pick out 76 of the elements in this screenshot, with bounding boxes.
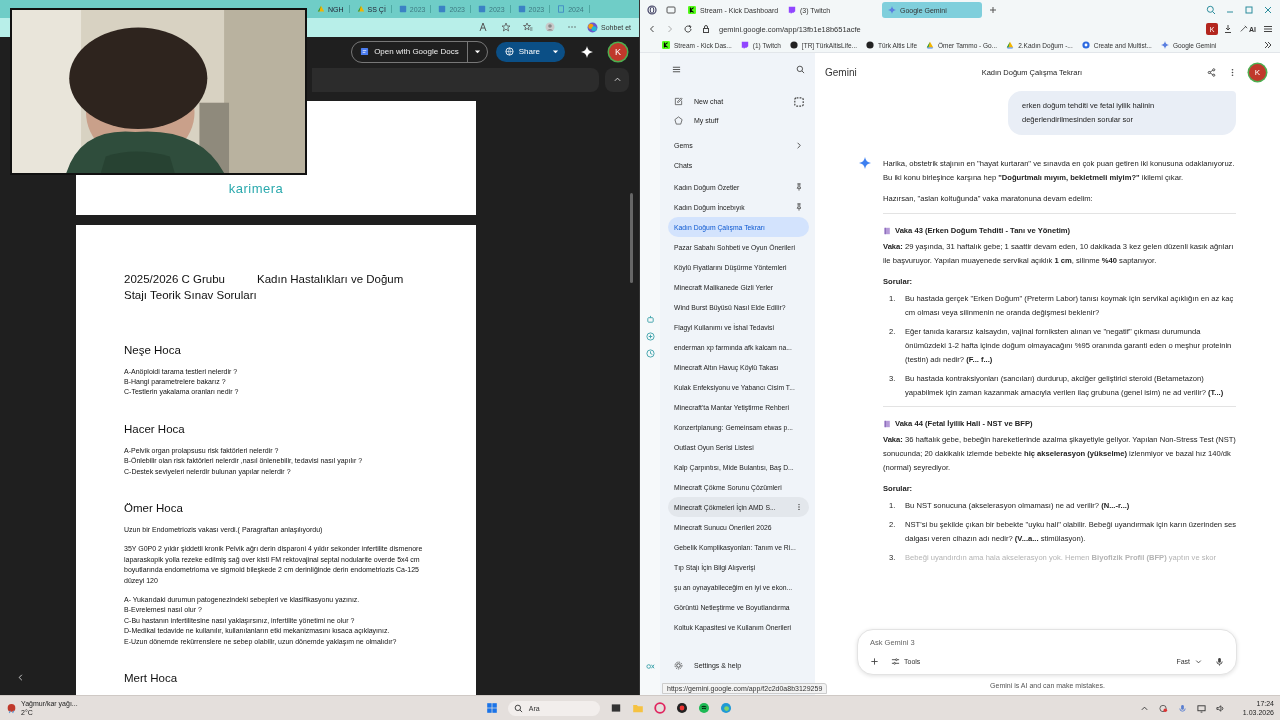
swirl-icon: [587, 21, 599, 33]
circle-icon: [789, 41, 798, 49]
more-icon[interactable]: [795, 503, 803, 511]
new-tab-icon[interactable]: [988, 5, 998, 15]
reload-icon[interactable]: [683, 24, 693, 34]
more-bookmarks-icon[interactable]: [1263, 40, 1273, 50]
section-heading: Neşe Hoca: [124, 342, 182, 357]
search-icon: [513, 703, 523, 713]
chat-bubble-icon: [788, 6, 796, 14]
history-icon[interactable]: [645, 349, 655, 358]
circle-icon: [1081, 41, 1090, 49]
app-title: Gemini: [825, 66, 857, 78]
sparkle-icon[interactable]: [581, 45, 593, 58]
weather-icon[interactable]: [6, 702, 17, 714]
menu-icon[interactable]: [672, 65, 681, 74]
temporary-chat-icon[interactable]: [793, 95, 805, 108]
document-title: 2025/2026 C Grubu Kadın Hastalıkları ve Doğum Stajı Teorik Sınav Soruları: [124, 271, 405, 303]
square-icon: [688, 6, 696, 14]
menu-icon[interactable]: [1263, 24, 1273, 34]
download-icon[interactable]: [1223, 24, 1233, 34]
browser-icon[interactable]: [653, 702, 666, 714]
tabs-icon[interactable]: [666, 5, 676, 15]
document-icon: [438, 5, 447, 14]
star-icon[interactable]: [501, 22, 512, 33]
music-icon[interactable]: [697, 702, 710, 714]
square-icon: [662, 41, 670, 49]
start-icon[interactable]: [485, 702, 498, 714]
task-view-icon[interactable]: [609, 702, 622, 714]
triangle-icon: [317, 5, 325, 14]
pentagon-icon: [674, 116, 683, 125]
avatar[interactable]: K: [609, 42, 627, 61]
circle-icon: [866, 41, 874, 49]
globe-icon: [504, 47, 514, 56]
search-icon[interactable]: [1206, 5, 1216, 15]
close-icon[interactable]: [1263, 5, 1273, 15]
favorites-icon[interactable]: [523, 22, 534, 33]
scrollbar[interactable]: [630, 192, 633, 283]
chevron-up-icon: [612, 75, 622, 84]
settings-icon: [674, 661, 683, 670]
edit-icon: [674, 97, 683, 106]
chevron-left-icon: [15, 672, 25, 682]
avatar[interactable]: K: [1249, 63, 1266, 81]
section-heading: Ömer Hoca: [124, 500, 184, 515]
book-icon: [883, 227, 891, 235]
robot-icon[interactable]: [645, 315, 655, 324]
maximize-icon[interactable]: [1244, 5, 1254, 15]
chat-bubble-icon: [740, 41, 749, 49]
section-heading: Hacer Hoca: [124, 421, 186, 436]
triangle-icon: [356, 5, 365, 14]
profile-icon[interactable]: [545, 22, 556, 33]
wand-icon: [1240, 25, 1248, 33]
triangle-icon: [1006, 41, 1015, 49]
document-icon: [360, 47, 370, 56]
lock-icon: [701, 24, 711, 34]
network-icon[interactable]: [1196, 703, 1206, 713]
caret-icon: [1194, 657, 1203, 666]
sparkle-icon: [888, 6, 896, 14]
sliders-icon: [891, 657, 900, 666]
document-icon: [517, 5, 526, 14]
document-icon: [478, 5, 486, 14]
triangle-icon: [926, 41, 935, 49]
add-icon[interactable]: [870, 657, 879, 666]
section-heading: Mert Hoca: [124, 671, 179, 685]
book-icon: [883, 420, 891, 428]
back-icon[interactable]: [647, 24, 657, 34]
browser-logo-icon[interactable]: [647, 5, 657, 15]
sparkle-icon: [859, 157, 871, 169]
logo-text: karimera: [228, 180, 284, 196]
chevron-right-icon: [794, 141, 803, 150]
volume-icon[interactable]: [1215, 703, 1225, 713]
sparkle-icon: [1160, 41, 1169, 49]
microphone-icon[interactable]: [1215, 657, 1224, 666]
page-icon: [557, 5, 566, 14]
document-icon: [398, 5, 407, 14]
share-icon[interactable]: [1207, 67, 1216, 77]
search-icon[interactable]: [796, 65, 805, 74]
